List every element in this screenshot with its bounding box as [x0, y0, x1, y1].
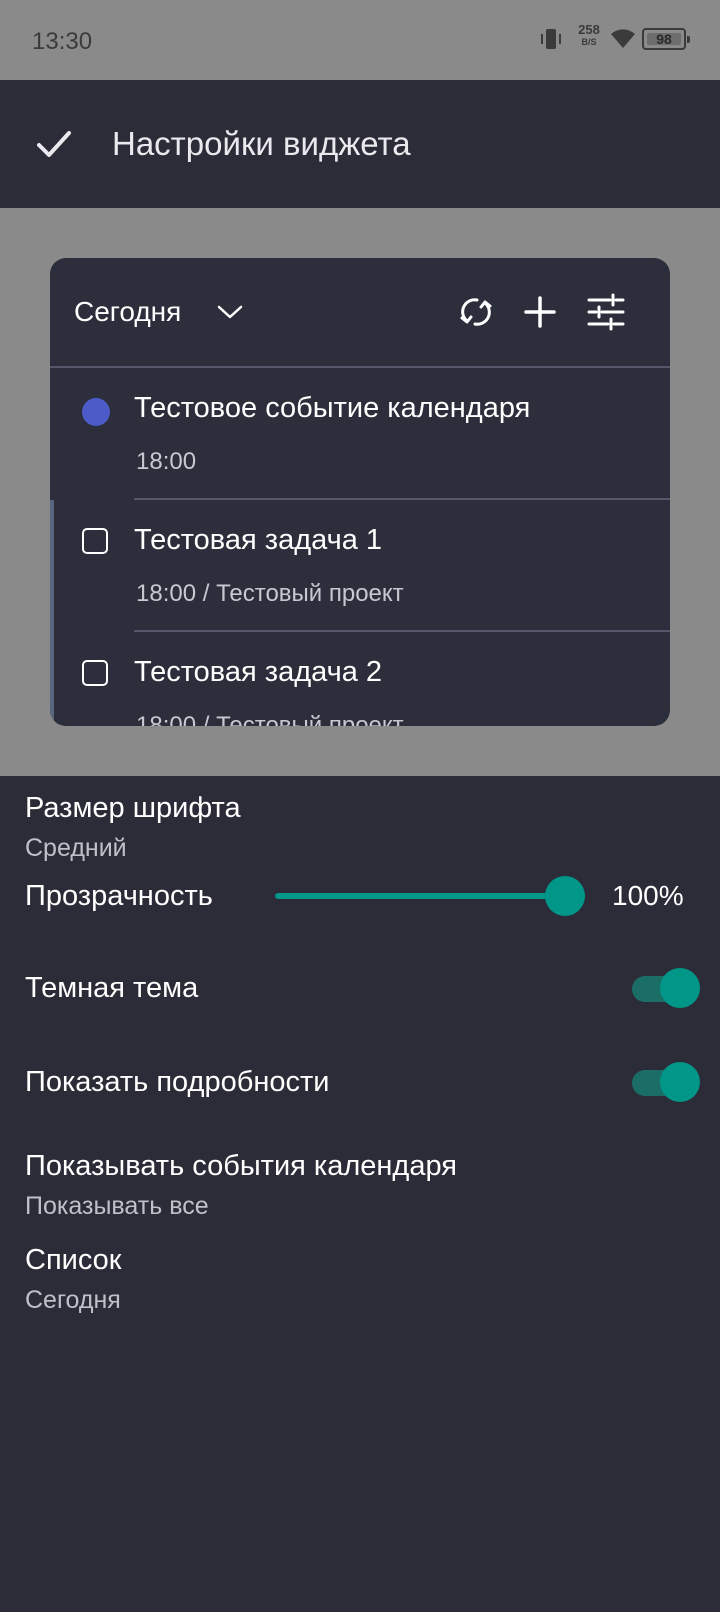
setting-list[interactable]: Список Сегодня — [0, 1232, 720, 1322]
plus-icon[interactable] — [520, 292, 560, 332]
slider-thumb[interactable] — [545, 876, 585, 916]
status-time: 13:30 — [32, 28, 93, 55]
setting-label: Размер шрифта — [25, 792, 241, 824]
setting-show-details[interactable]: Показать подробности — [0, 1050, 720, 1114]
item-edge-marker — [50, 500, 54, 632]
app-bar: Настройки виджета — [0, 80, 720, 208]
chevron-down-icon — [218, 305, 243, 319]
setting-label: Темная тема — [25, 972, 199, 1004]
battery-icon: 98 — [642, 28, 690, 50]
task-title: Тестовая задача 2 — [134, 656, 383, 688]
page-title: Настройки виджета — [112, 125, 411, 162]
widget-list-selector[interactable]: Сегодня — [74, 290, 243, 334]
widget-event-item[interactable]: Тестовое событие календаря 18:00 — [50, 368, 670, 500]
setting-value: Сегодня — [25, 1286, 121, 1314]
slider-track — [275, 893, 585, 899]
network-speed-value: 258 — [578, 22, 600, 37]
toggle-knob — [660, 968, 700, 1008]
event-time: 18:00 — [136, 448, 197, 475]
status-bar: 13:30 258 B/S 98 — [0, 0, 720, 80]
setting-label: Список — [25, 1244, 122, 1276]
tune-icon[interactable] — [586, 292, 626, 332]
setting-label: Показывать события календаря — [25, 1150, 457, 1182]
setting-show-calendar-events[interactable]: Показывать события календаря Показывать … — [0, 1138, 720, 1228]
event-title: Тестовое событие календаря — [134, 392, 531, 424]
item-edge-marker — [50, 632, 54, 726]
vibrate-icon — [541, 29, 561, 49]
setting-label: Показать подробности — [25, 1066, 330, 1098]
wifi-icon — [611, 29, 635, 48]
transparency-slider[interactable] — [275, 874, 585, 918]
sync-icon[interactable] — [456, 292, 496, 332]
battery-level: 98 — [656, 31, 672, 47]
setting-label: Прозрачность — [25, 880, 213, 912]
check-icon[interactable] — [34, 124, 74, 164]
setting-font-size[interactable]: Размер шрифта Средний — [0, 776, 720, 866]
task-checkbox[interactable] — [82, 660, 108, 686]
setting-value: Показывать все — [25, 1192, 209, 1220]
show-details-toggle[interactable] — [632, 1060, 702, 1104]
task-title: Тестовая задача 1 — [134, 524, 383, 556]
toggle-knob — [660, 1062, 700, 1102]
widget-list-name: Сегодня — [74, 296, 182, 327]
transparency-value: 100% — [612, 880, 684, 911]
widget-task-item[interactable]: Тестовая задача 2 18:00 / Тестовый проек… — [50, 632, 670, 726]
task-details: 18:00 / Тестовый проект — [136, 712, 404, 726]
task-checkbox[interactable] — [82, 528, 108, 554]
widget-preview: Сегодня Тестовое событие календаря 18:00… — [50, 258, 670, 726]
dark-theme-toggle[interactable] — [632, 966, 702, 1010]
network-speed-unit: B/S — [581, 37, 597, 47]
widget-task-item[interactable]: Тестовая задача 1 18:00 / Тестовый проек… — [50, 500, 670, 632]
setting-dark-theme[interactable]: Темная тема — [0, 956, 720, 1020]
event-color-dot — [82, 398, 110, 426]
widget-preview-area: Сегодня Тестовое событие календаря 18:00… — [0, 208, 720, 776]
setting-transparency: Прозрачность 100% — [0, 868, 720, 924]
setting-value: Средний — [25, 834, 127, 862]
task-details: 18:00 / Тестовый проект — [136, 580, 404, 607]
network-speed: 258 B/S — [574, 22, 604, 48]
widget-header: Сегодня — [50, 258, 670, 366]
